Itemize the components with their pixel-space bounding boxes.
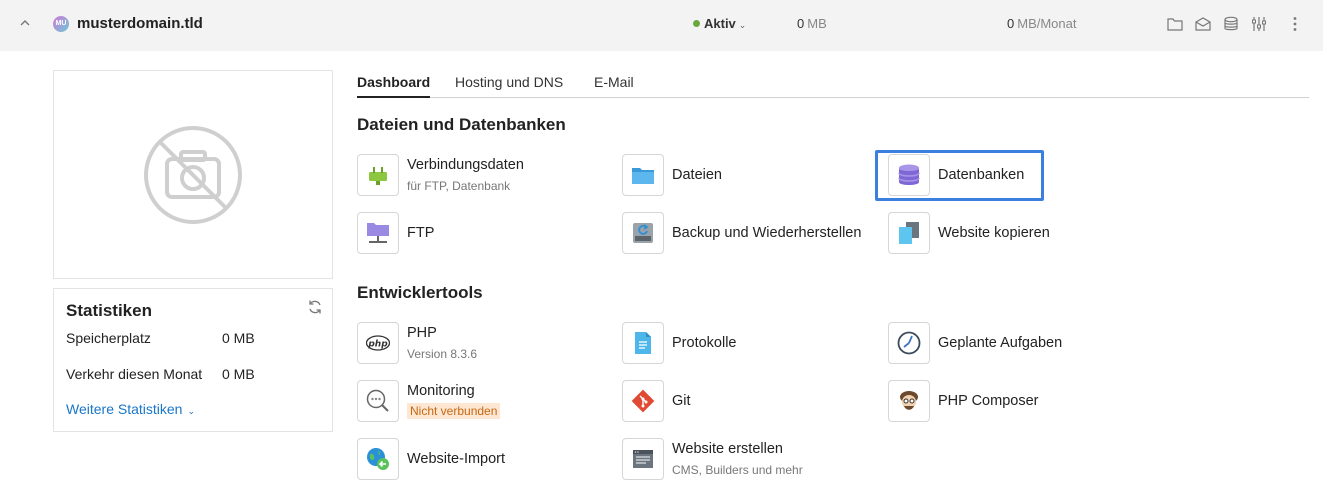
tile-label: Dateien (672, 167, 722, 183)
tab-hosting-dns[interactable]: Hosting und DNS (455, 74, 563, 96)
tab-email[interactable]: E-Mail (594, 74, 634, 96)
more-statistics-link[interactable]: Weitere Statistiken ⌄ (66, 401, 195, 417)
chevron-down-icon: ⌄ (187, 406, 196, 416)
copy-icon (888, 212, 930, 254)
tile-ftp[interactable]: FTP (357, 210, 612, 254)
disk-usage-unit: MB (807, 16, 827, 31)
backup-icon (622, 212, 664, 254)
tile-connection-info[interactable]: Verbindungsdaten für FTP, Datenbank (357, 152, 612, 196)
traffic-usage-value: 0 (1007, 16, 1015, 31)
tile-php[interactable]: php PHP Version 8.3.6 (357, 320, 612, 364)
database-icon[interactable] (1222, 15, 1240, 33)
import-icon (357, 438, 399, 480)
stat-value-storage: 0 MB (222, 330, 255, 346)
git-icon (622, 380, 664, 422)
tile-label: Verbindungsdaten (407, 157, 524, 173)
section-title-devtools: Entwicklertools (357, 283, 483, 302)
tile-website-builder[interactable]: Website erstellen CMS, Builders und mehr (622, 436, 877, 480)
website-preview[interactable] (53, 70, 333, 279)
sliders-icon[interactable] (1250, 15, 1268, 33)
tile-label: Geplante Aufgaben (938, 335, 1063, 351)
tile-label: Git (672, 393, 691, 409)
tile-copy-website[interactable]: Website kopieren (888, 210, 1143, 254)
more-statistics-label: Weitere Statistiken (66, 401, 183, 417)
plug-icon (357, 154, 399, 196)
tab-bar: Dashboard Hosting und DNS E-Mail (357, 74, 1309, 98)
tile-files[interactable]: Dateien (622, 152, 877, 196)
folder-icon (622, 154, 664, 196)
chevron-down-icon: ⌄ (738, 20, 747, 30)
disk-usage: 0 MB (797, 16, 827, 31)
tile-php-composer[interactable]: PHP Composer (888, 378, 1143, 422)
status-dropdown[interactable]: Aktiv ⌄ (693, 16, 746, 31)
stat-value-traffic: 0 MB (222, 366, 255, 382)
ftp-icon (357, 212, 399, 254)
status-label: Aktiv (704, 16, 736, 31)
clock-icon (888, 322, 930, 364)
domain-name[interactable]: musterdomain.tld (77, 15, 203, 32)
tile-label: PHP Composer (938, 393, 1039, 409)
php-icon: php (357, 322, 399, 364)
domain-header-bar: MU musterdomain.tld Aktiv ⌄ 0 MB 0 MB/Monat (0, 0, 1323, 51)
tile-sublabel: für FTP, Datenbank (407, 179, 511, 193)
traffic-usage: 0 MB/Monat (1007, 16, 1076, 31)
tile-sublabel: Version 8.3.6 (407, 347, 478, 361)
tile-backup[interactable]: Backup und Wiederherstellen (622, 210, 877, 254)
no-screenshot-icon (144, 126, 242, 224)
tile-logs[interactable]: Protokolle (622, 320, 877, 364)
status-dot (693, 20, 700, 27)
tile-website-import[interactable]: Website-Import (357, 436, 612, 480)
tile-label: Website erstellen (672, 441, 783, 457)
tile-label: Monitoring (407, 383, 475, 399)
section-title-files: Dateien und Datenbanken (357, 115, 566, 134)
traffic-usage-unit: MB/Monat (1017, 16, 1077, 31)
tile-monitoring[interactable]: Monitoring Nicht verbunden (357, 378, 612, 422)
refresh-icon[interactable] (307, 299, 323, 315)
tile-label: PHP (407, 325, 437, 341)
tile-label: Website kopieren (938, 225, 1050, 241)
tile-git[interactable]: Git (622, 378, 877, 422)
svg-text:php: php (367, 340, 388, 350)
more-vertical-icon[interactable] (1286, 15, 1304, 33)
tab-dashboard[interactable]: Dashboard (357, 74, 431, 98)
tile-sublabel: CMS, Builders und mehr (672, 463, 803, 477)
tile-label: Protokolle (672, 335, 737, 351)
tile-label: Website-Import (407, 451, 506, 467)
folder-icon[interactable] (1166, 15, 1184, 33)
disk-usage-value: 0 (797, 16, 805, 31)
mail-icon[interactable] (1194, 15, 1212, 33)
statistics-title: Statistiken (66, 301, 152, 320)
website-builder-icon (622, 438, 664, 480)
stat-label-storage: Speicherplatz (66, 330, 151, 346)
tile-label: Backup und Wiederherstellen (672, 225, 862, 241)
chevron-up-icon[interactable] (18, 16, 32, 30)
log-icon (622, 322, 664, 364)
stat-label-traffic: Verkehr diesen Monat (66, 366, 203, 382)
status-badge: Nicht verbunden (407, 403, 501, 419)
tile-label: FTP (407, 225, 435, 241)
avatar: MU (53, 16, 69, 32)
selection-highlight (875, 150, 1044, 201)
monitoring-icon (357, 380, 399, 422)
statistics-panel: Statistiken Speicherplatz 0 MB Verkehr d… (53, 288, 333, 432)
composer-icon (888, 380, 930, 422)
tile-scheduled-tasks[interactable]: Geplante Aufgaben (888, 320, 1143, 364)
